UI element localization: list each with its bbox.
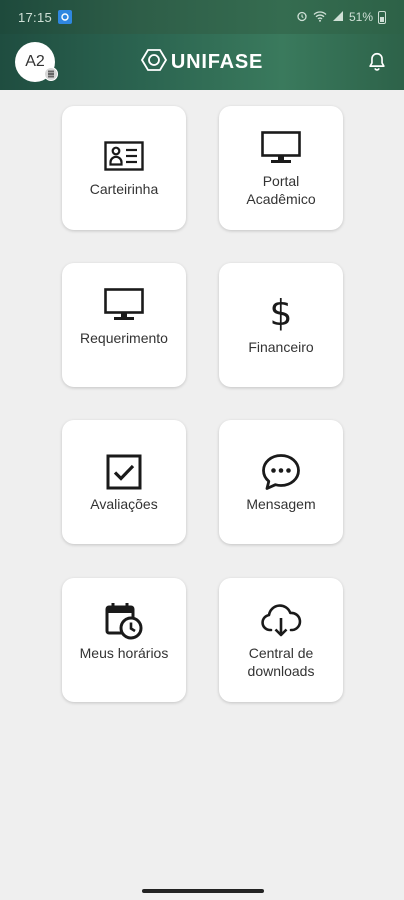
card-financeiro[interactable]: $ Financeiro — [219, 263, 343, 387]
card-label: Financeiro — [248, 339, 314, 355]
monitor-icon — [219, 131, 343, 165]
calendar-clock-icon — [62, 602, 186, 640]
card-label: Requerimento — [80, 330, 168, 346]
card-meus-horarios[interactable]: Meus horários — [62, 578, 186, 702]
app-notification-icon — [58, 10, 73, 24]
brand-logo-icon — [140, 48, 167, 76]
menu-icon — [44, 67, 58, 81]
brand-logo: UNIFASE — [140, 48, 264, 76]
card-label: Carteirinha — [89, 181, 159, 197]
card-label: Meus horários — [79, 645, 169, 661]
signal-icon — [332, 10, 344, 25]
id-card-icon — [62, 141, 186, 171]
alarm-icon — [296, 10, 308, 25]
app-header: A2 UNIFASE — [0, 34, 404, 90]
status-time: 17:15 — [18, 9, 53, 25]
wifi-icon — [313, 10, 327, 25]
monitor-icon — [62, 288, 186, 322]
card-label: Central de downloads — [247, 645, 315, 679]
cloud-download-icon — [219, 602, 343, 638]
card-carteirinha[interactable]: Carteirinha — [62, 106, 186, 230]
battery-icon — [378, 10, 386, 24]
checkbox-icon — [62, 454, 186, 490]
card-mensagem[interactable]: Mensagem — [219, 420, 343, 544]
home-gesture-handle[interactable] — [142, 889, 264, 893]
status-indicators: 51% — [296, 10, 386, 25]
card-portal-academico[interactable]: Portal Acadêmico — [219, 106, 343, 230]
card-avaliacoes[interactable]: Avaliações — [62, 420, 186, 544]
dollar-icon: $ — [269, 293, 293, 334]
card-central-downloads[interactable]: Central de downloads — [219, 578, 343, 702]
card-label: Avaliações — [90, 496, 158, 512]
avatar[interactable]: A2 — [15, 42, 58, 82]
avatar-initials: A2 — [25, 53, 45, 70]
bell-icon[interactable] — [364, 49, 390, 75]
card-label: Mensagem — [246, 496, 316, 512]
brand-name: UNIFASE — [170, 50, 264, 73]
card-label: Portal Acadêmico — [246, 173, 316, 207]
battery-percent: 51% — [348, 10, 373, 24]
card-requerimento[interactable]: Requerimento — [62, 263, 186, 387]
chat-bubble-icon — [219, 453, 343, 491]
status-bar: 17:15 51% — [0, 0, 404, 34]
